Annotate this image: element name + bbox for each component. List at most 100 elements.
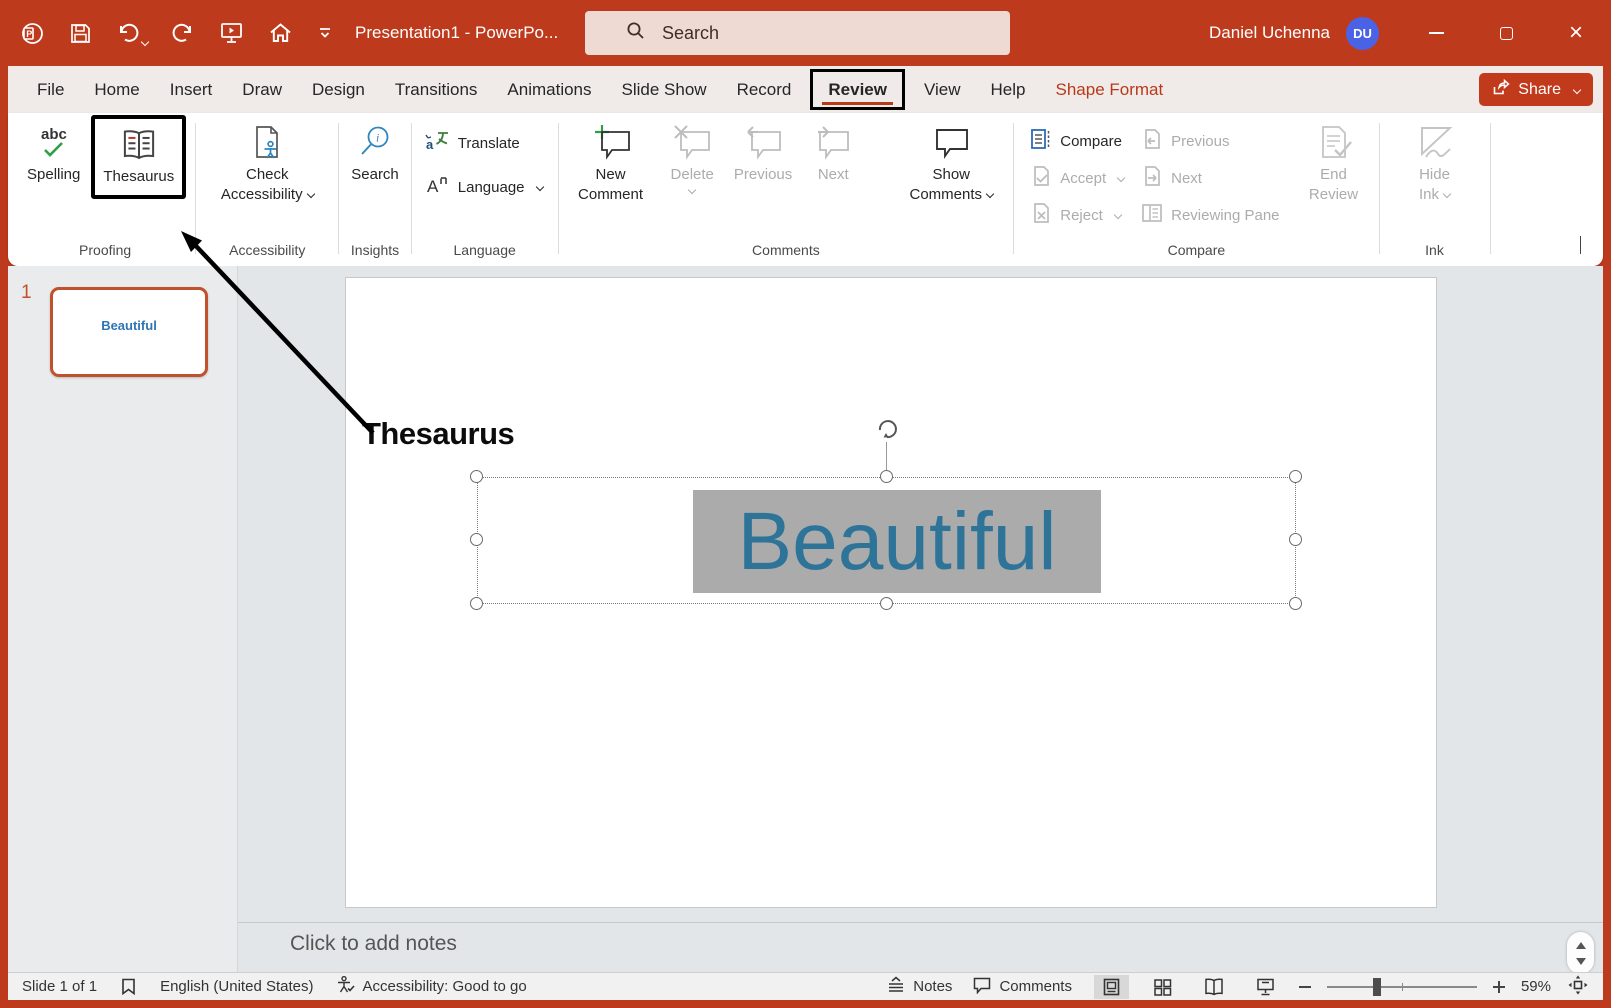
save-icon[interactable] bbox=[69, 22, 92, 45]
chevron-down-icon bbox=[1117, 174, 1125, 182]
reject-button[interactable]: Reject bbox=[1029, 201, 1124, 229]
tab-view[interactable]: View bbox=[909, 69, 976, 110]
resize-handle-bottom-center[interactable] bbox=[880, 597, 893, 610]
start-slideshow-icon[interactable] bbox=[219, 21, 244, 45]
redo-button[interactable] bbox=[172, 22, 195, 45]
translate-button[interactable]: a Translate bbox=[425, 129, 543, 157]
tab-animations[interactable]: Animations bbox=[492, 69, 606, 110]
svg-text:A: A bbox=[427, 177, 439, 196]
editor-canvas[interactable]: Thesaurus Beautiful C bbox=[238, 266, 1603, 972]
tab-help[interactable]: Help bbox=[976, 69, 1041, 110]
user-avatar[interactable]: DU bbox=[1346, 17, 1379, 50]
delete-comment-button[interactable]: Delete bbox=[664, 115, 721, 193]
check-accessibility-button[interactable]: Check Accessibility bbox=[201, 115, 333, 204]
tab-slide-show[interactable]: Slide Show bbox=[607, 69, 722, 110]
hide-ink-button[interactable]: Hide Ink bbox=[1401, 115, 1469, 204]
resize-handle-bottom-right[interactable] bbox=[1289, 597, 1302, 610]
resize-handle-top-right[interactable] bbox=[1289, 470, 1302, 483]
compare-next-button[interactable]: Next bbox=[1140, 164, 1279, 192]
tab-home[interactable]: Home bbox=[79, 69, 154, 110]
group-language: a Translate A Language Language bbox=[417, 115, 553, 266]
end-review-label: End Review bbox=[1309, 166, 1358, 203]
tab-shape-format[interactable]: Shape Format bbox=[1041, 69, 1179, 110]
vertical-scrollbar[interactable] bbox=[1567, 932, 1594, 974]
slide-sorter-view-button[interactable] bbox=[1145, 975, 1180, 999]
notes-separator[interactable] bbox=[238, 922, 1603, 923]
search-box[interactable]: Search bbox=[585, 11, 1010, 55]
resize-handle-bottom-left[interactable] bbox=[470, 597, 483, 610]
selected-text-highlight[interactable]: Beautiful bbox=[693, 490, 1101, 593]
slideshow-view-button[interactable] bbox=[1248, 975, 1283, 999]
undo-button[interactable] bbox=[116, 22, 148, 45]
collapse-ribbon-button[interactable] bbox=[1580, 236, 1581, 254]
notes-placeholder[interactable]: Click to add notes bbox=[290, 932, 457, 956]
previous-comment-button[interactable]: Previous bbox=[727, 115, 799, 185]
accept-button[interactable]: Accept bbox=[1029, 164, 1124, 192]
language-button[interactable]: A Language bbox=[425, 173, 543, 201]
scroll-up-icon[interactable] bbox=[1576, 942, 1586, 949]
tab-record[interactable]: Record bbox=[722, 69, 807, 110]
group-accessibility: Check Accessibility Accessibility bbox=[201, 115, 333, 266]
rotation-handle[interactable] bbox=[874, 416, 900, 447]
minimize-button[interactable] bbox=[1401, 0, 1471, 66]
home-icon[interactable] bbox=[268, 21, 293, 45]
tab-draw[interactable]: Draw bbox=[227, 69, 297, 110]
zoom-slider-thumb[interactable] bbox=[1373, 978, 1381, 996]
scroll-down-icon[interactable] bbox=[1576, 958, 1586, 965]
zoom-out-button[interactable] bbox=[1299, 986, 1311, 988]
close-button[interactable]: × bbox=[1541, 0, 1611, 66]
zoom-slider[interactable] bbox=[1327, 986, 1477, 988]
show-comments-button[interactable]: Show Comments bbox=[894, 115, 1008, 204]
svg-text:abc: abc bbox=[41, 126, 67, 143]
notes-toggle-button[interactable]: Notes bbox=[886, 976, 952, 997]
spell-check-status-button[interactable] bbox=[119, 977, 138, 996]
zoom-in-button[interactable] bbox=[1493, 981, 1505, 993]
tab-transitions[interactable]: Transitions bbox=[380, 69, 493, 110]
compare-previous-icon bbox=[1140, 127, 1164, 155]
share-label: Share bbox=[1518, 81, 1561, 99]
reading-view-button[interactable] bbox=[1196, 975, 1232, 999]
resize-handle-middle-left[interactable] bbox=[470, 533, 483, 546]
share-button[interactable]: Share bbox=[1479, 73, 1593, 106]
tab-design[interactable]: Design bbox=[297, 69, 380, 110]
tab-review[interactable]: Review bbox=[810, 69, 905, 110]
language-status[interactable]: English (United States) bbox=[160, 978, 313, 995]
new-comment-label: New Comment bbox=[578, 166, 643, 203]
normal-view-button[interactable] bbox=[1094, 975, 1129, 999]
new-comment-button[interactable]: New Comment bbox=[564, 115, 658, 204]
slide-thumbnail[interactable]: Beautiful bbox=[50, 287, 208, 377]
spelling-label: Spelling bbox=[27, 165, 80, 185]
thumbnail-title: Beautiful bbox=[53, 318, 205, 333]
chevron-down-icon bbox=[688, 185, 696, 193]
show-comments-icon bbox=[930, 121, 972, 165]
thesaurus-button[interactable]: Thesaurus bbox=[91, 115, 186, 199]
spelling-button[interactable]: abc Spelling bbox=[20, 115, 87, 185]
user-name[interactable]: Daniel Uchenna bbox=[1209, 23, 1330, 43]
tab-insert[interactable]: Insert bbox=[155, 69, 228, 110]
resize-handle-middle-right[interactable] bbox=[1289, 533, 1302, 546]
minimize-icon bbox=[1429, 32, 1444, 34]
slide-title-text[interactable]: Beautiful bbox=[737, 501, 1056, 583]
show-comments-label: Show Comments bbox=[909, 166, 982, 203]
customize-toolbar-icon[interactable] bbox=[317, 26, 333, 40]
comments-toggle-button[interactable]: Comments bbox=[972, 976, 1072, 998]
powerpoint-logo-icon[interactable]: P bbox=[20, 21, 45, 46]
group-label-ink: Ink bbox=[1385, 242, 1485, 266]
slide-canvas[interactable]: Thesaurus Beautiful bbox=[345, 277, 1437, 908]
compare-previous-button[interactable]: Previous bbox=[1140, 127, 1279, 155]
zoom-level[interactable]: 59% bbox=[1521, 978, 1551, 995]
accessibility-status-button[interactable]: Accessibility: Good to go bbox=[335, 975, 526, 998]
powerpoint-window: P Presentation1 - PowerPo... bbox=[0, 0, 1611, 1008]
compare-button[interactable]: Compare bbox=[1029, 127, 1124, 155]
smart-search-button[interactable]: i Search bbox=[344, 115, 406, 185]
next-comment-button[interactable]: Next bbox=[805, 115, 861, 185]
reviewing-pane-button[interactable]: Reviewing Pane bbox=[1140, 201, 1279, 229]
slide-thumbnail-panel[interactable]: 1 Beautiful bbox=[8, 266, 238, 972]
tab-file[interactable]: File bbox=[22, 69, 79, 110]
maximize-button[interactable] bbox=[1471, 0, 1541, 66]
resize-handle-top-left[interactable] bbox=[470, 470, 483, 483]
resize-handle-top-center[interactable] bbox=[880, 470, 893, 483]
end-review-button[interactable]: End Review bbox=[1294, 115, 1374, 204]
fit-slide-to-window-button[interactable] bbox=[1567, 974, 1589, 1000]
slide-indicator[interactable]: Slide 1 of 1 bbox=[22, 978, 97, 995]
